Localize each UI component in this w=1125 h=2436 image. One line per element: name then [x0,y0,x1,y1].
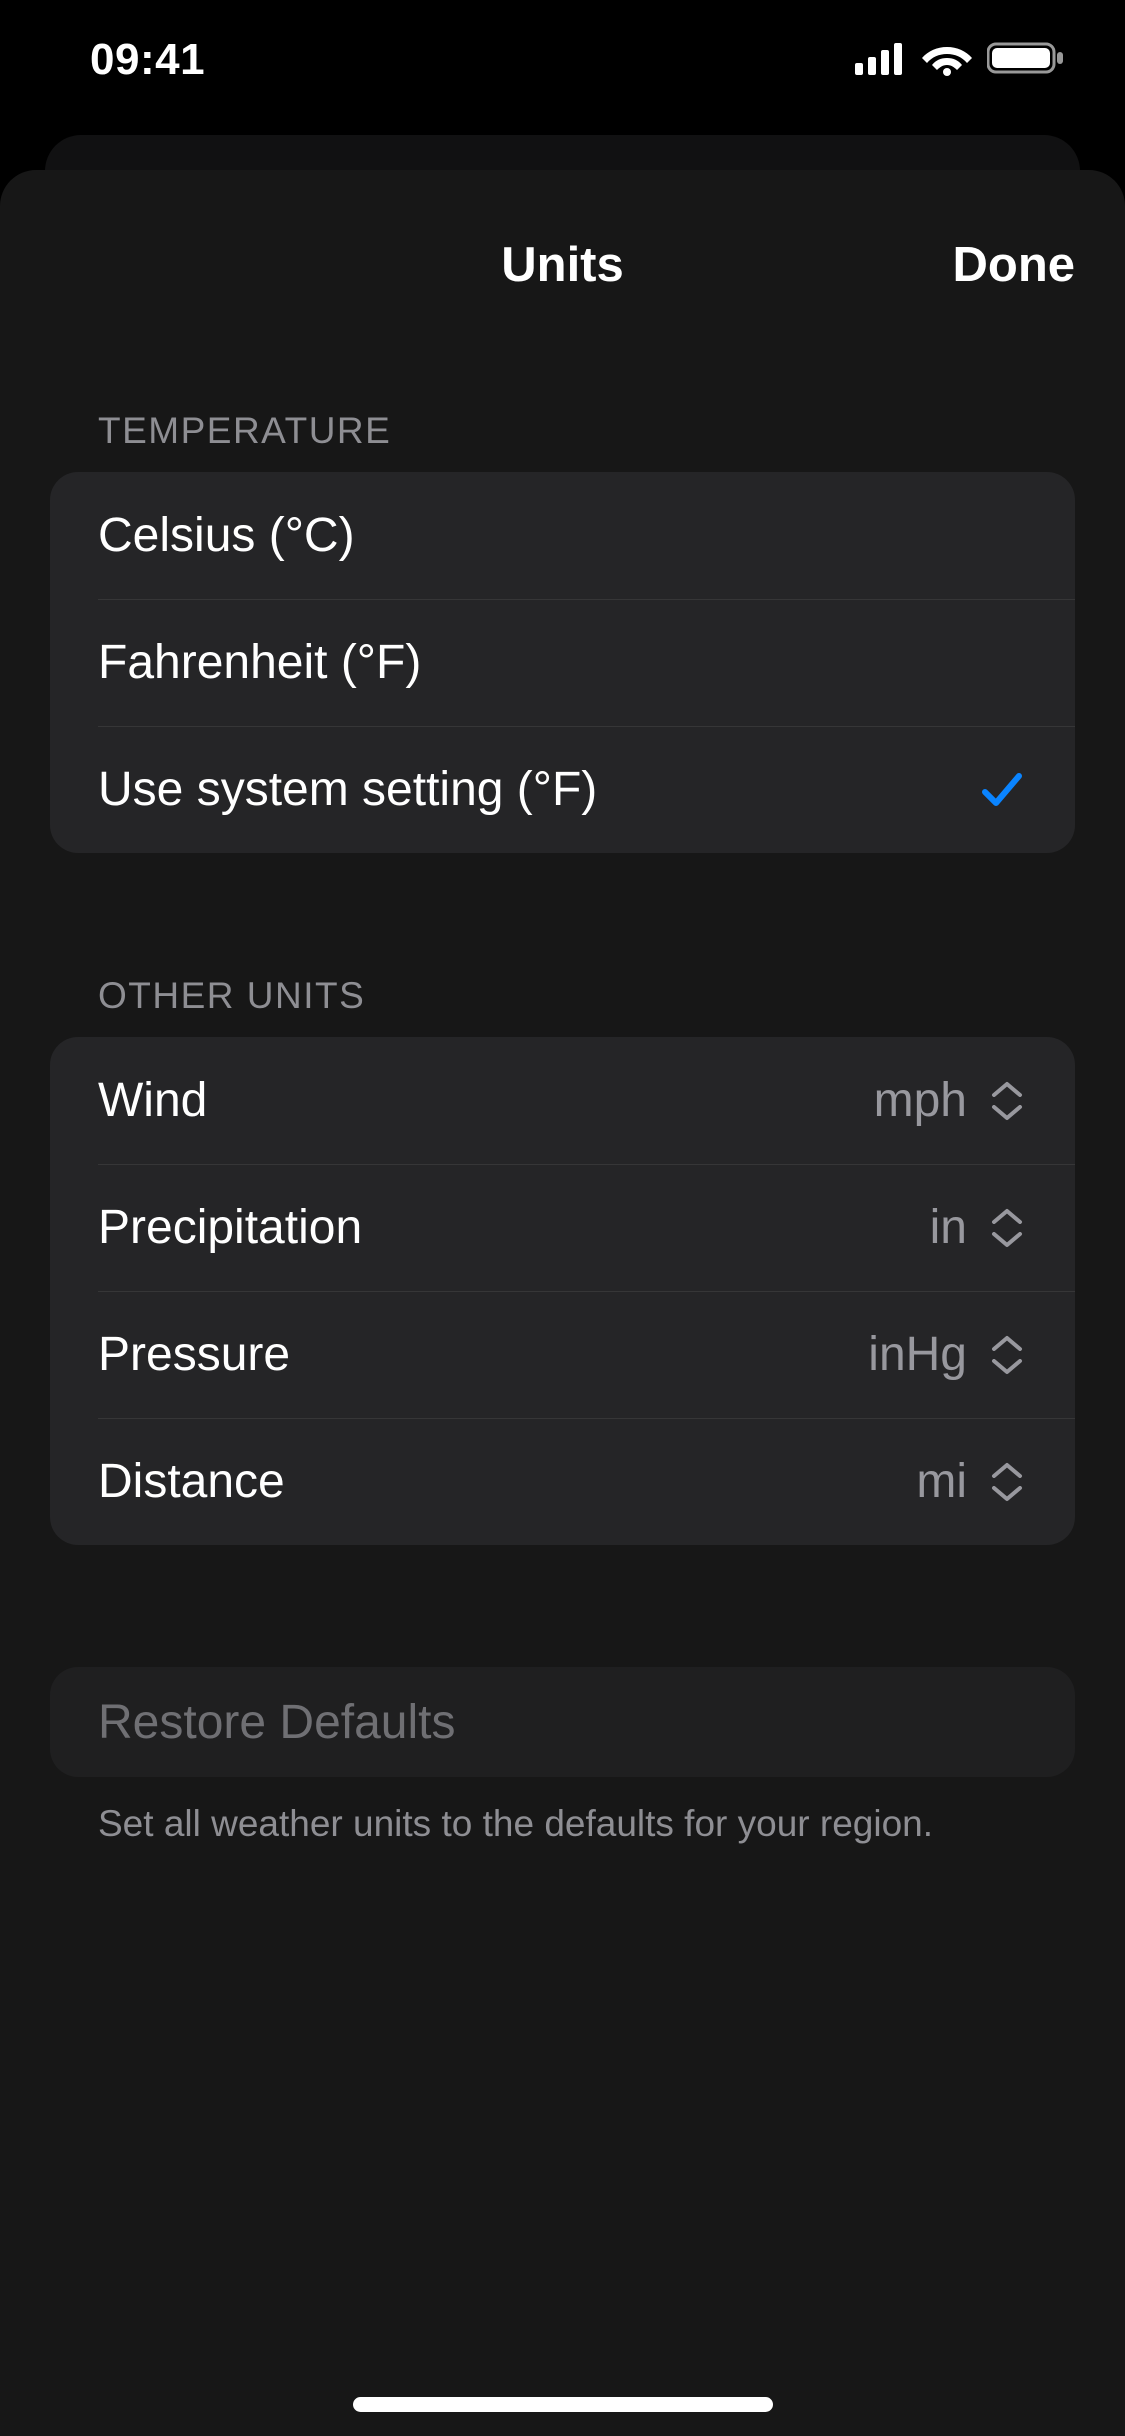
row-label: Restore Defaults [98,1695,456,1750]
row-label: Celsius (°C) [98,508,355,563]
chevron-up-down-icon [987,1457,1027,1507]
row-right: mph [874,1073,1027,1128]
home-indicator[interactable] [353,2397,773,2412]
temperature-option-fahrenheit[interactable]: Fahrenheit (°F) [50,599,1075,726]
restore-defaults-button[interactable]: Restore Defaults [50,1667,1075,1777]
row-label: Wind [98,1073,207,1128]
nav-bar: Units Done [0,220,1125,310]
chevron-up-down-icon [987,1330,1027,1380]
temperature-option-system[interactable]: Use system setting (°F) [50,726,1075,853]
row-label: Use system setting (°F) [98,762,597,817]
done-button[interactable]: Done [953,237,1076,293]
chevron-up-down-icon [987,1076,1027,1126]
chevron-up-down-icon [987,1203,1027,1253]
sheet-content: TEMPERATURE Celsius (°C) Fahrenheit (°F)… [0,310,1125,1849]
restore-defaults-group: Restore Defaults [50,1667,1075,1777]
row-right: inHg [868,1327,1027,1382]
status-indicators [855,40,1065,81]
row-value: inHg [868,1327,967,1382]
distance-row[interactable]: Distance mi [50,1418,1075,1545]
battery-icon [987,40,1065,81]
temperature-group: Celsius (°C) Fahrenheit (°F) Use system … [50,472,1075,853]
pressure-row[interactable]: Pressure inHg [50,1291,1075,1418]
restore-defaults-footer: Set all weather units to the defaults fo… [50,1777,1075,1849]
checkmark-icon [977,765,1027,815]
row-label: Pressure [98,1327,290,1382]
row-value: mph [874,1073,967,1128]
row-value: mi [916,1454,967,1509]
other-units-group: Wind mph Precipitation in [50,1037,1075,1545]
wifi-icon [922,40,972,81]
row-label: Precipitation [98,1200,362,1255]
page-title: Units [501,237,624,293]
row-label: Distance [98,1454,285,1509]
row-value: in [930,1200,967,1255]
precipitation-row[interactable]: Precipitation in [50,1164,1075,1291]
temperature-section-header: TEMPERATURE [50,410,1075,472]
status-bar: 09:41 [0,0,1125,120]
other-units-section-header: OTHER UNITS [50,975,1075,1037]
cellular-icon [855,41,907,80]
row-right: in [930,1200,1027,1255]
wind-row[interactable]: Wind mph [50,1037,1075,1164]
temperature-option-celsius[interactable]: Celsius (°C) [50,472,1075,599]
status-time: 09:41 [90,35,205,85]
units-sheet: Units Done TEMPERATURE Celsius (°C) Fahr… [0,170,1125,2436]
row-right: mi [916,1454,1027,1509]
row-label: Fahrenheit (°F) [98,635,421,690]
